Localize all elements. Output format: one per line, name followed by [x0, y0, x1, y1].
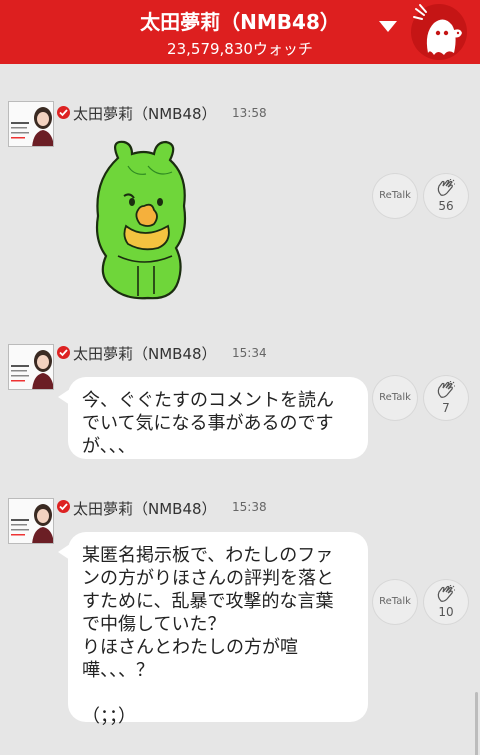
clap-count: 7 [442, 401, 450, 415]
retalk-button[interactable]: ReTalk [372, 173, 418, 219]
post-time: 15:38 [232, 500, 267, 514]
clap-hands-icon [437, 381, 455, 398]
clap-button[interactable]: 7 [423, 375, 469, 421]
post-time: 13:58 [232, 106, 267, 120]
message-text: 某匿名掲示板で、わたしのファ ンの方がりほさんの評判を落と すために、乱暴で攻撃… [82, 545, 334, 727]
verified-check-icon [57, 106, 70, 119]
clap-button[interactable]: 56 [423, 173, 469, 219]
clap-hands-icon [437, 179, 455, 196]
author-name[interactable]: 太田夢莉（NMB48） [73, 498, 217, 519]
verified-check-icon [57, 500, 70, 513]
clap-hands-icon [437, 585, 455, 602]
retalk-label: ReTalk [379, 392, 411, 403]
retalk-label: ReTalk [379, 596, 411, 607]
author-name[interactable]: 太田夢莉（NMB48） [73, 343, 217, 364]
clap-count: 56 [438, 199, 454, 213]
post-time: 15:34 [232, 346, 267, 360]
avatar[interactable] [8, 101, 54, 147]
avatar[interactable] [8, 344, 54, 390]
verified-check-icon [57, 346, 70, 359]
message-bubble[interactable]: 今、ぐぐたすのコメントを読ん でいて気になる事があるのです が、、、 [58, 377, 368, 459]
message-text: 今、ぐぐたすのコメントを読ん でいて気になる事があるのです が、、、 [82, 390, 334, 457]
app-header: 太田夢莉（NMB48） 23,579,830ウォッチ [0, 0, 480, 64]
retalk-label: ReTalk [379, 190, 411, 201]
scrollbar[interactable] [475, 692, 478, 755]
ghost-mascot-icon[interactable] [408, 3, 470, 61]
clap-button[interactable]: 10 [423, 579, 469, 625]
chevron-down-icon[interactable] [378, 18, 398, 34]
green-bear-sticker[interactable] [88, 136, 198, 306]
clap-count: 10 [438, 605, 454, 619]
talk-feed[interactable]: 太田夢莉（NMB48） 13:58 ReTalk 56 太田夢莉（NMB48） … [0, 64, 480, 755]
message-bubble[interactable]: 某匿名掲示板で、わたしのファ ンの方がりほさんの評判を落と すために、乱暴で攻撃… [58, 532, 368, 727]
retalk-button[interactable]: ReTalk [372, 579, 418, 625]
retalk-button[interactable]: ReTalk [372, 375, 418, 421]
author-name[interactable]: 太田夢莉（NMB48） [73, 103, 217, 124]
avatar[interactable] [8, 498, 54, 544]
